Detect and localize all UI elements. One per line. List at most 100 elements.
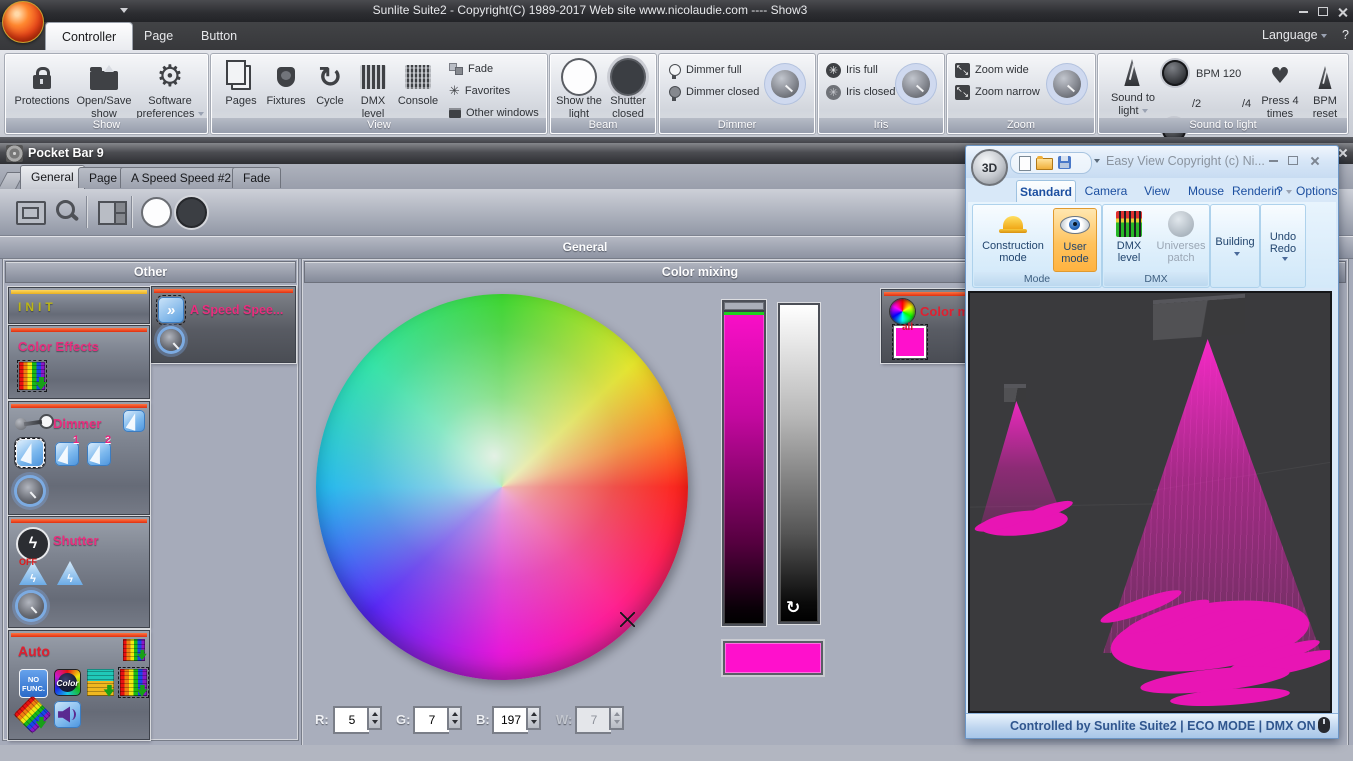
b-stepper[interactable] — [526, 706, 541, 730]
ev-close-button[interactable] — [1304, 154, 1326, 167]
r-stepper[interactable] — [367, 706, 382, 730]
search-icon[interactable] — [56, 200, 75, 219]
ev-tab-options[interactable]: Options — [1296, 180, 1337, 216]
pocket-tab-speed[interactable]: A Speed Speed #2 — [120, 167, 243, 188]
lightning-icon: ϟ — [30, 573, 36, 585]
dimmer-knob[interactable] — [17, 478, 43, 504]
shutter-knob[interactable] — [18, 593, 44, 619]
g-input[interactable] — [413, 706, 449, 734]
app-logo[interactable] — [2, 1, 44, 43]
press-4-times-button[interactable]: ♥ Press 4 times — [1256, 59, 1304, 120]
construction-mode-button[interactable]: Construction mode — [975, 208, 1051, 270]
easy-view-statusbar: Controlled by Sunlite Suite2 | ECO MODE … — [966, 713, 1338, 738]
easy-view-titlebar[interactable]: Easy View Copyright (c) Ni... — [966, 146, 1338, 178]
easy-view-3d-logo[interactable]: 3D — [971, 149, 1008, 186]
chevron-down-icon — [1285, 189, 1292, 194]
user-mode-button[interactable]: User mode — [1053, 208, 1097, 272]
iris-knob[interactable] — [902, 70, 930, 98]
dimmer-closed-button[interactable]: Dimmer closed — [669, 84, 759, 101]
light-fixture-large[interactable] — [1153, 297, 1245, 341]
ev-tab-rendering[interactable]: Rendering — [1232, 180, 1280, 202]
ev-minimize-button[interactable] — [1262, 154, 1284, 167]
bpm-reset-button[interactable]: BPM reset — [1304, 59, 1346, 120]
favorites-button[interactable]: ✳ Favorites — [449, 83, 510, 99]
brightness-slider[interactable]: ↻ — [778, 303, 820, 624]
chevron-down-icon — [1320, 33, 1327, 38]
shutter-section[interactable]: ϟ Shutter ϟ OFF ϟ — [8, 516, 150, 628]
speed-button[interactable]: » A Speed Spee... — [151, 286, 296, 363]
iris-closed-button[interactable]: ✳ Iris closed — [826, 84, 896, 100]
open-folder-icon[interactable] — [1036, 156, 1053, 170]
ev-tab-standard[interactable]: Standard — [1016, 180, 1076, 203]
dmx-level-button[interactable]: DMX level — [351, 59, 395, 120]
cycle-button[interactable]: ↻ Cycle — [309, 59, 351, 108]
software-preferences-button[interactable]: ⚙ Software preferences — [135, 59, 205, 120]
shutter-closed-toggle[interactable] — [176, 197, 207, 228]
undo-redo-button[interactable]: Undo Redo — [1263, 208, 1303, 284]
dimmer-full-button[interactable]: Dimmer full — [669, 62, 742, 79]
building-button[interactable]: Building — [1213, 208, 1257, 284]
dimmer-knob[interactable] — [771, 70, 799, 98]
color-wheel-cursor[interactable] — [620, 612, 635, 627]
iris-full-button[interactable]: ✳ Iris full — [826, 62, 878, 78]
tab-page[interactable]: Page — [128, 22, 189, 50]
dimmer-beam-icon[interactable] — [123, 410, 145, 432]
light-fixture-small[interactable] — [1004, 388, 1026, 402]
color-effects-button[interactable]: Color Effects — [8, 325, 150, 399]
auto-section[interactable]: Auto NO FUNC. Color — [8, 630, 150, 740]
new-document-icon[interactable] — [1019, 156, 1031, 171]
ev-tab-help[interactable]: ? — [1274, 180, 1294, 202]
ev-maximize-button[interactable] — [1282, 154, 1304, 167]
help-button[interactable]: ? — [1342, 28, 1349, 42]
zoom-wide-button[interactable]: ↖ ↘ Zoom wide — [955, 62, 1029, 78]
slider-thumb[interactable] — [724, 302, 764, 312]
light-beam-toggle[interactable] — [141, 197, 172, 228]
bpm-knob[interactable] — [1162, 60, 1188, 86]
chevron-down-icon[interactable] — [1094, 159, 1100, 163]
speed-knob[interactable] — [160, 329, 182, 351]
layout-button[interactable] — [98, 201, 127, 225]
color-intensity-slider[interactable] — [722, 300, 766, 626]
b-input[interactable] — [492, 706, 528, 734]
maximize-button[interactable] — [1312, 5, 1334, 18]
open-save-show-button[interactable]: Open/Save show — [73, 59, 135, 120]
close-button[interactable] — [1332, 5, 1353, 18]
ev-tab-mouse[interactable]: Mouse — [1180, 180, 1232, 202]
console-button[interactable]: Console — [395, 59, 441, 108]
ev-tab-camera[interactable]: Camera — [1078, 180, 1134, 202]
protections-button[interactable]: Protections — [11, 59, 73, 108]
pages-button[interactable]: Pages — [219, 59, 263, 108]
3d-viewport[interactable] — [968, 291, 1332, 713]
chevron-down-icon — [1141, 108, 1148, 113]
dimmer-section[interactable]: Dimmer 1 2 — [8, 401, 150, 515]
zoom-knob[interactable] — [1053, 70, 1081, 98]
zoom-narrow-button[interactable]: ↖ ↘ Zoom narrow — [955, 84, 1040, 100]
minimize-button[interactable] — [1292, 5, 1314, 18]
color-auto-button[interactable]: Color — [54, 669, 81, 696]
pocket-tab-fade[interactable]: Fade — [232, 167, 282, 188]
language-menu[interactable]: Language — [1262, 28, 1327, 42]
window-mode-button[interactable] — [16, 201, 46, 225]
ev-tab-view[interactable]: View — [1134, 180, 1180, 202]
r-input[interactable] — [333, 706, 369, 734]
save-icon[interactable] — [1058, 156, 1071, 169]
init-button[interactable]: INIT — [8, 287, 150, 324]
pocket-tab-general[interactable]: General — [20, 165, 85, 189]
shutter-on-icon[interactable]: ϟ — [57, 561, 83, 585]
ev-dmx-level-button[interactable]: DMX level — [1105, 208, 1153, 270]
g-stepper[interactable] — [447, 706, 462, 730]
tab-button[interactable]: Button — [185, 22, 253, 50]
status-text: Controlled by Sunlite Suite2 | ECO MODE … — [1010, 719, 1316, 733]
quick-access-arrow-icon[interactable] — [120, 8, 128, 13]
pocket-close-button[interactable] — [1338, 148, 1348, 158]
dimmer-preset-selected[interactable] — [15, 438, 45, 468]
b-label: B: — [476, 712, 490, 727]
fade-button[interactable]: Fade — [449, 61, 493, 77]
no-func-button[interactable]: NO FUNC. — [19, 669, 48, 698]
iris-closed-icon: ✳ — [826, 84, 841, 100]
fixtures-button[interactable]: Fixtures — [263, 59, 309, 108]
shutter-closed-button[interactable]: Shutter closed — [604, 58, 652, 120]
speaker-icon[interactable] — [54, 701, 81, 728]
tab-controller[interactable]: Controller — [45, 22, 134, 51]
sound-to-light-dropdown[interactable]: Sound to light — [1102, 92, 1164, 117]
